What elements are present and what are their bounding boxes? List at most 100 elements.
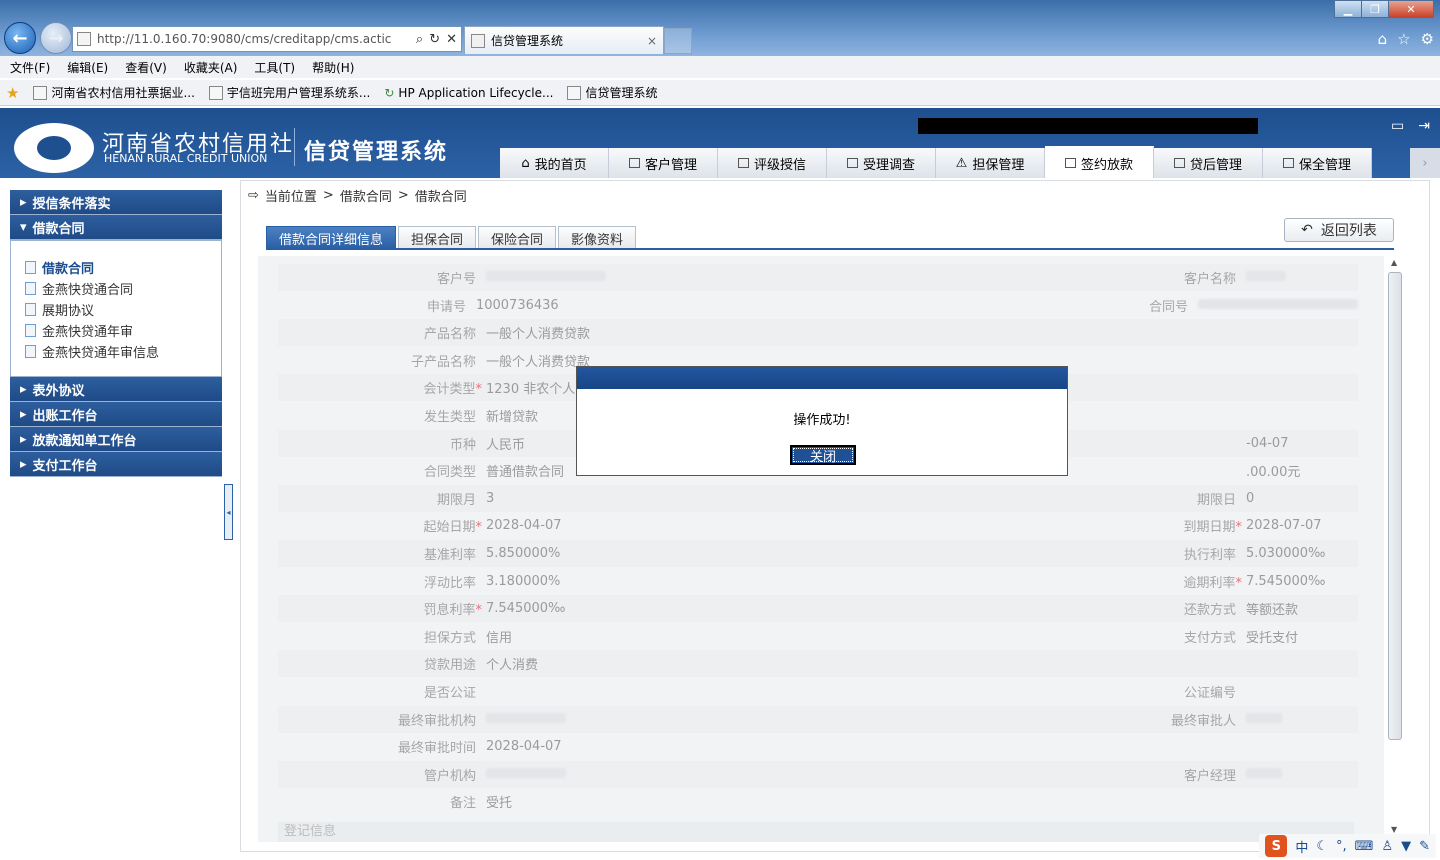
nav-preservation[interactable]: 保全管理 (1263, 148, 1372, 178)
address-text: http://11.0.160.70:9080/cms/creditapp/cm… (97, 32, 392, 46)
scroll-down-icon[interactable]: ▼ (1391, 825, 1397, 834)
nav-signing[interactable]: 签约放款 (1045, 146, 1154, 178)
shirt-icon[interactable]: ▼ (1401, 839, 1411, 854)
sidebar-item-annual-review[interactable]: 金燕快贷通年审 (25, 320, 221, 341)
stop-icon[interactable]: ✕ (446, 32, 457, 47)
favorite-link[interactable]: ↻ HP Application Lifecycle... (384, 86, 553, 100)
rating-icon (737, 158, 749, 168)
location-icon: ⇨ (248, 188, 259, 203)
sidebar-item-jinyan-contract[interactable]: 金燕快贷通合同 (25, 278, 221, 299)
refresh-icon: ↻ (384, 85, 395, 100)
new-tab-button[interactable] (664, 28, 692, 54)
favorite-link[interactable]: 河南省农村信用社票据业... (33, 84, 195, 101)
logout-icon[interactable]: ⇥ (1418, 118, 1430, 134)
ime-mode[interactable]: 中 (1295, 837, 1308, 856)
survey-icon (846, 158, 858, 168)
system-name: 信贷管理系统 (304, 140, 449, 165)
forward-button[interactable]: → (40, 22, 72, 54)
caret-left-icon: ◂ (226, 507, 231, 517)
menu-view[interactable]: 查看(V) (125, 59, 167, 76)
address-bar[interactable]: http://11.0.160.70:9080/cms/creditapp/cm… (72, 26, 462, 52)
refresh-icon[interactable]: ↻ (429, 32, 440, 47)
document-icon (25, 282, 36, 295)
document-icon (25, 261, 36, 274)
tab-underline (266, 248, 1394, 250)
tab-close-icon[interactable]: × (647, 34, 657, 48)
monitor-icon[interactable]: ▭ (1391, 118, 1404, 134)
sidebar-group-disbursement-desk[interactable]: ▸ 出账工作台 (10, 402, 222, 427)
tab-insurance-contract[interactable]: 保险合同 (478, 226, 557, 249)
page-icon (33, 85, 48, 100)
sidebar-collapse-handle[interactable]: ◂ (224, 484, 233, 540)
document-icon (25, 303, 36, 316)
menu-tools[interactable]: 工具(T) (254, 59, 295, 76)
nav-home[interactable]: ⌂ 我的首页 (500, 148, 609, 178)
moon-icon[interactable]: ☾ (1316, 839, 1328, 854)
keyboard-icon[interactable]: ⌨ (1355, 839, 1374, 854)
menu-edit[interactable]: 编辑(E) (67, 59, 108, 76)
search-icon[interactable]: ⌕ (416, 32, 423, 47)
close-window-button[interactable]: ✕ (1388, 0, 1434, 18)
sidebar-item-annual-review-info[interactable]: 金燕快贷通年审信息 (25, 341, 221, 362)
back-button[interactable]: ← (4, 22, 36, 54)
dialog-titlebar (577, 367, 1067, 389)
punctuation-icon[interactable]: °, (1336, 839, 1347, 854)
tab-title: 信贷管理系统 (491, 34, 564, 48)
chevron-right-icon: › (1422, 155, 1428, 171)
nav-scroll-right-button[interactable]: › (1410, 148, 1440, 178)
caret-right-icon: ▸ (20, 406, 27, 422)
browser-tab[interactable]: 信贷管理系统 × (464, 26, 664, 54)
breadcrumb: ⇨ 当前位置 > 借款合同 > 借款合同 (248, 188, 467, 205)
user-icon[interactable]: ♙ (1381, 839, 1393, 854)
sidebar-group-loan-contract[interactable]: ▾ 借款合同 (10, 215, 222, 240)
favorite-link[interactable]: 信贷管理系统 (567, 84, 657, 101)
app-header: 河南省农村信用社 HENAN RURAL CREDIT UNION 信贷管理系统… (0, 108, 1440, 178)
nav-rating[interactable]: 评级授信 (718, 148, 827, 178)
nav-guarantee[interactable]: ⚠ 担保管理 (936, 148, 1045, 178)
contract-icon (1064, 158, 1076, 168)
document-icon (25, 345, 36, 358)
favorite-link[interactable]: 宇信班完用户管理系统系... (208, 84, 370, 101)
caret-right-icon: ▸ (20, 381, 27, 397)
nav-customer[interactable]: 客户管理 (609, 148, 718, 178)
vertical-scrollbar[interactable]: ▲ ▼ (1386, 256, 1404, 836)
sidebar-group-payment-desk[interactable]: ▸ 支付工作台 (10, 452, 222, 477)
sogou-icon[interactable]: S (1265, 835, 1288, 857)
browser-chrome: ← → http://11.0.160.70:9080/cms/creditap… (0, 0, 1440, 108)
gear-icon[interactable]: ⚙ (1421, 30, 1434, 48)
arrow-left-icon: ← (12, 27, 28, 49)
back-to-list-button[interactable]: ↶ 返回列表 (1284, 218, 1394, 242)
scroll-up-icon[interactable]: ▲ (1391, 258, 1397, 267)
tab-guarantee-contract[interactable]: 担保合同 (398, 226, 477, 249)
menu-file[interactable]: 文件(F) (10, 59, 50, 76)
sidebar: ▸ 授信条件落实 ▾ 借款合同 借款合同 金燕快贷通合同 展期协议 金燕快贷通年审 … (10, 190, 222, 477)
menu-favorites[interactable]: 收藏夹(A) (184, 59, 238, 76)
warning-icon: ⚠ (955, 155, 968, 171)
page-tabs: 借款合同详细信息 担保合同 保险合同 影像资料 (266, 226, 637, 249)
sidebar-group-notice-desk[interactable]: ▸ 放款通知单工作台 (10, 427, 222, 452)
home-icon: ⌂ (521, 155, 530, 171)
document-icon (25, 324, 36, 337)
nav-postloan[interactable]: 贷后管理 (1154, 148, 1263, 178)
tab-image-files[interactable]: 影像资料 (558, 226, 637, 249)
sidebar-item-extension[interactable]: 展期协议 (25, 299, 221, 320)
page-icon (208, 85, 223, 100)
dialog-close-button[interactable]: 关闭 (790, 445, 856, 465)
page-icon (77, 32, 91, 46)
nav-survey[interactable]: 受理调查 (827, 148, 936, 178)
menu-help[interactable]: 帮助(H) (312, 59, 354, 76)
sidebar-group-offbalance[interactable]: ▸ 表外协议 (10, 377, 222, 402)
sidebar-group-credit-conditions[interactable]: ▸ 授信条件落实 (10, 190, 222, 215)
maximize-button[interactable]: ❐ (1361, 0, 1389, 18)
favorites-star-icon[interactable]: ★ (6, 84, 19, 102)
favorites-star-icon[interactable]: ☆ (1397, 30, 1410, 48)
browser-titlebar: ← → http://11.0.160.70:9080/cms/creditap… (0, 0, 1440, 56)
wrench-icon[interactable]: ✎ (1419, 839, 1430, 854)
minimize-button[interactable]: ▁ (1334, 0, 1362, 18)
home-icon[interactable]: ⌂ (1378, 30, 1388, 48)
tab-contract-detail[interactable]: 借款合同详细信息 (266, 226, 397, 249)
scrollbar-thumb[interactable] (1388, 272, 1402, 740)
customer-icon (628, 158, 640, 168)
logo-icon (14, 123, 94, 173)
sidebar-item-loan-contract[interactable]: 借款合同 (25, 257, 221, 278)
